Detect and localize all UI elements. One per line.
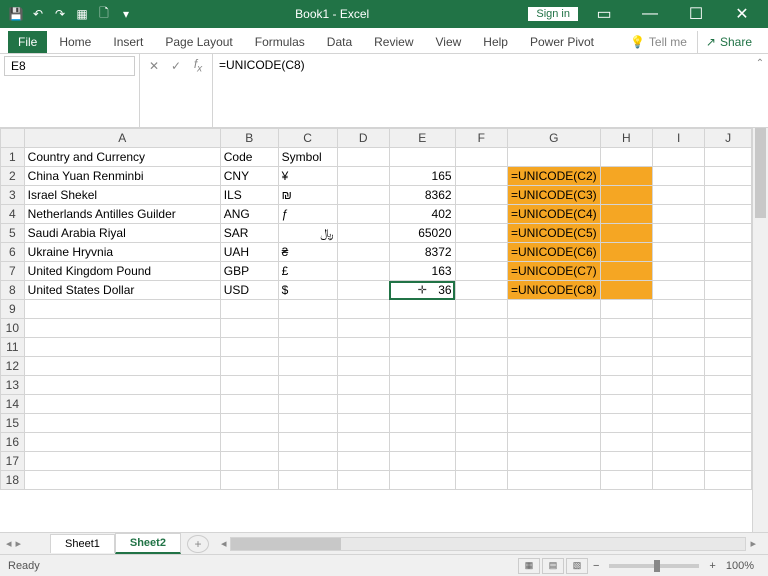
minimize-icon[interactable]: —	[630, 0, 670, 28]
hscroll-right-icon[interactable]: ▸	[746, 537, 760, 550]
redo-icon[interactable]: ↷	[50, 4, 70, 24]
view-normal-icon[interactable]: ▦	[518, 558, 540, 574]
col-header[interactable]: G	[507, 129, 600, 148]
window-title: Book1 - Excel	[136, 7, 528, 21]
col-header[interactable]: H	[600, 129, 652, 148]
table-row: 3Israel ShekelILS₪8362=UNICODE(C3)	[1, 186, 752, 205]
table-row: 2China Yuan RenminbiCNY¥165=UNICODE(C2)	[1, 167, 752, 186]
active-cell[interactable]: ✛36	[389, 281, 455, 300]
enter-formula-icon[interactable]: ✓	[166, 56, 186, 76]
col-header[interactable]: C	[278, 129, 337, 148]
spreadsheet-grid[interactable]: A B C D E F G H I J 1Country and Currenc…	[0, 128, 752, 532]
save-icon[interactable]: 💾	[6, 4, 26, 24]
fx-icon[interactable]: fx	[188, 56, 208, 76]
tab-page-layout[interactable]: Page Layout	[155, 31, 242, 53]
cell-cursor-icon: ✛	[418, 284, 427, 297]
title-bar: 💾 ↶ ↷ ▦ 🗋 ▾ Book1 - Excel Sign in ▭ — ☐ …	[0, 0, 768, 28]
col-header[interactable]: E	[389, 129, 455, 148]
qat-dropdown-icon[interactable]: ▾	[116, 4, 136, 24]
add-sheet-button[interactable]: +	[187, 535, 209, 553]
zoom-out-button[interactable]: −	[589, 560, 603, 572]
table-row: 17	[1, 452, 752, 471]
select-all[interactable]	[1, 129, 25, 148]
formula-input[interactable]: =UNICODE(C8)	[213, 54, 752, 127]
tab-file[interactable]: File	[8, 31, 47, 53]
status-text: Ready	[8, 560, 40, 572]
expand-formula-bar-icon[interactable]: ⌃	[752, 54, 768, 127]
vertical-scrollbar[interactable]	[752, 128, 768, 532]
zoom-in-button[interactable]: +	[705, 560, 719, 572]
table-row: 8United States DollarUSD$✛36=UNICODE(C8)	[1, 281, 752, 300]
tab-review[interactable]: Review	[364, 31, 423, 53]
table-row: 11	[1, 338, 752, 357]
signin-button[interactable]: Sign in	[528, 7, 578, 21]
next-sheet-icon[interactable]: ▸	[16, 537, 22, 550]
col-header[interactable]: I	[653, 129, 705, 148]
col-header[interactable]: J	[705, 129, 752, 148]
sheet-tabs-bar: ◂ ▸ Sheet1 Sheet2 + ◂ ▸	[0, 532, 768, 554]
table-row: 18	[1, 471, 752, 490]
tab-insert[interactable]: Insert	[103, 31, 153, 53]
cancel-formula-icon[interactable]: ✕	[144, 56, 164, 76]
ribbon-tabs: File Home Insert Page Layout Formulas Da…	[0, 28, 768, 54]
horizontal-scrollbar[interactable]	[230, 537, 746, 551]
tab-help[interactable]: Help	[473, 31, 518, 53]
qat-icon[interactable]: ▦	[72, 4, 92, 24]
share-button[interactable]: ↗Share	[697, 31, 760, 53]
table-row: 16	[1, 433, 752, 452]
table-row: 9	[1, 300, 752, 319]
table-row: 5Saudi Arabia RiyalSAR﷼65020=UNICODE(C5)	[1, 224, 752, 243]
table-row: 4Netherlands Antilles GuilderANGƒ402=UNI…	[1, 205, 752, 224]
table-row: 6Ukraine HryvniaUAH₴8372=UNICODE(C6)	[1, 243, 752, 262]
table-row: 12	[1, 357, 752, 376]
ribbon-options-icon[interactable]: ▭	[584, 0, 624, 28]
table-row: 13	[1, 376, 752, 395]
sheet-tab[interactable]: Sheet1	[50, 534, 115, 553]
name-box[interactable]	[0, 54, 140, 127]
col-header[interactable]: D	[337, 129, 389, 148]
table-row: 15	[1, 414, 752, 433]
tab-data[interactable]: Data	[317, 31, 362, 53]
view-page-layout-icon[interactable]: ▤	[542, 558, 564, 574]
maximize-icon[interactable]: ☐	[676, 0, 716, 28]
name-box-input[interactable]	[4, 56, 135, 76]
table-row: 7United Kingdom PoundGBP£163=UNICODE(C7)	[1, 262, 752, 281]
share-icon: ↗	[706, 35, 716, 49]
col-header[interactable]: B	[220, 129, 278, 148]
hscroll-left-icon[interactable]: ◂	[217, 537, 231, 550]
formula-bar: ✕ ✓ fx =UNICODE(C8) ⌃	[0, 54, 768, 128]
tab-view[interactable]: View	[426, 31, 472, 53]
zoom-level[interactable]: 100%	[720, 560, 760, 572]
table-row: 14	[1, 395, 752, 414]
col-header[interactable]: A	[24, 129, 220, 148]
col-header[interactable]: F	[455, 129, 507, 148]
tab-home[interactable]: Home	[49, 31, 101, 53]
tab-formulas[interactable]: Formulas	[245, 31, 315, 53]
close-icon[interactable]: ✕	[722, 0, 762, 28]
sheet-tab-active[interactable]: Sheet2	[115, 533, 181, 554]
view-page-break-icon[interactable]: ▧	[566, 558, 588, 574]
qat-icon2[interactable]: 🗋	[94, 4, 114, 24]
status-bar: Ready ▦ ▤ ▧ − + 100%	[0, 554, 768, 576]
table-row: 1Country and CurrencyCodeSymbol	[1, 148, 752, 167]
prev-sheet-icon[interactable]: ◂	[6, 537, 12, 550]
tab-power-pivot[interactable]: Power Pivot	[520, 31, 604, 53]
table-row: 10	[1, 319, 752, 338]
bulb-icon: 💡	[630, 35, 645, 49]
zoom-slider[interactable]	[609, 564, 699, 568]
undo-icon[interactable]: ↶	[28, 4, 48, 24]
tell-me-search[interactable]: 💡Tell me	[622, 31, 695, 53]
